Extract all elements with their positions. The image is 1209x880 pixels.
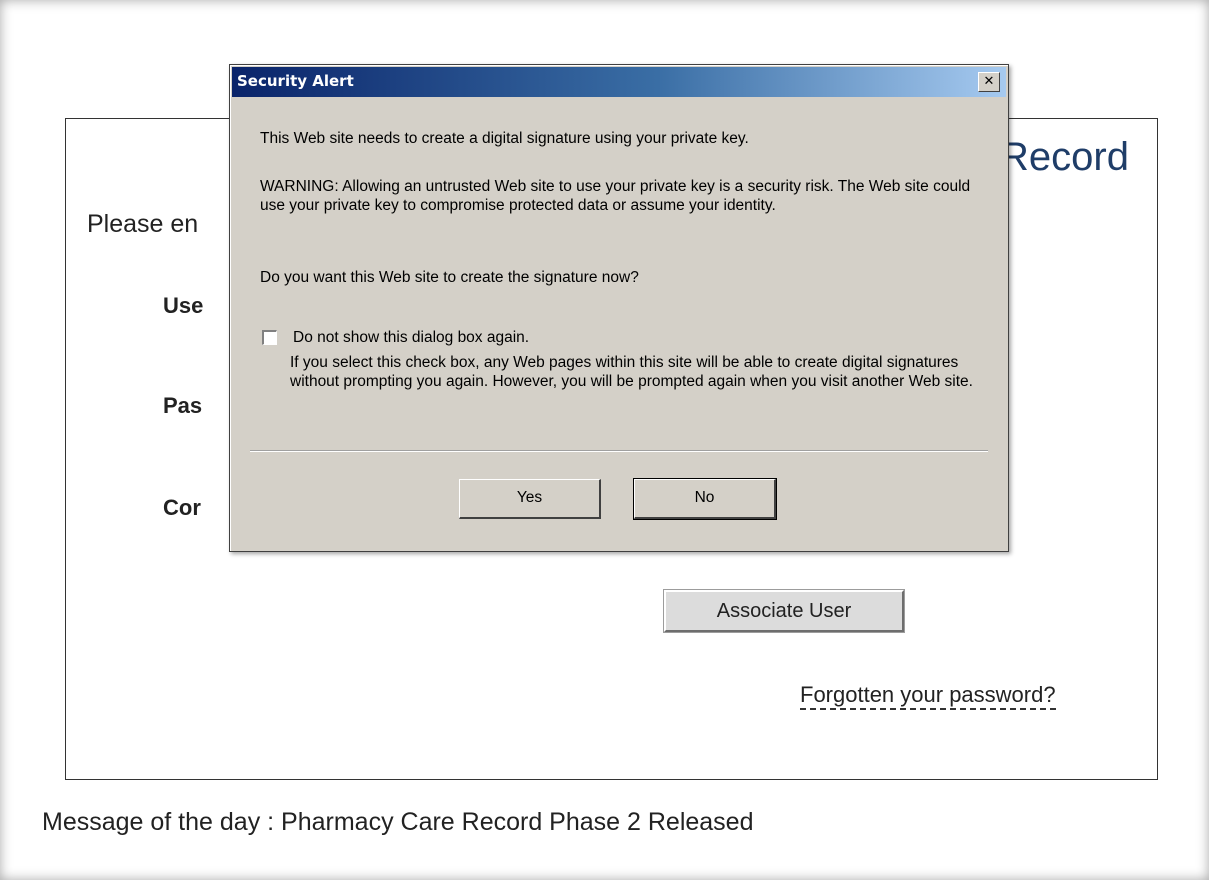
page-title: Record <box>1000 135 1129 179</box>
close-icon[interactable]: ✕ <box>978 72 1000 92</box>
dialog-title: Security Alert <box>237 72 354 90</box>
password-label: Pas <box>163 393 203 418</box>
login-prompt: Please en <box>87 210 199 238</box>
checkbox-label[interactable]: Do not show this dialog box again. <box>293 328 893 347</box>
dialog-title-bar[interactable]: Security Alert ✕ <box>232 67 1006 97</box>
checkbox-note-text: If you select this check box, any Web pa… <box>290 354 973 390</box>
username-label: Use <box>163 293 204 318</box>
message-of-the-day: Message of the day : Pharmacy Care Recor… <box>42 808 754 836</box>
no-button[interactable]: No <box>633 478 777 520</box>
dont-show-again-checkbox[interactable] <box>262 330 277 345</box>
dialog-separator <box>250 450 988 452</box>
security-alert-dialog: Security Alert ✕ This Web site needs to … <box>229 64 1009 552</box>
forgot-password-link[interactable]: Forgotten your password? <box>800 682 1056 710</box>
dialog-intro-text: This Web site needs to create a digital … <box>260 130 749 147</box>
confirm-label: Cor <box>163 495 201 520</box>
page-frame: Record Please en Use Pas Cor Associate U… <box>0 0 1209 880</box>
yes-button[interactable]: Yes <box>459 479 601 519</box>
associate-user-button[interactable]: Associate User <box>663 589 905 633</box>
dialog-warning-text: WARNING: Allowing an untrusted Web site … <box>260 178 971 214</box>
dialog-question-text: Do you want this Web site to create the … <box>260 269 639 286</box>
